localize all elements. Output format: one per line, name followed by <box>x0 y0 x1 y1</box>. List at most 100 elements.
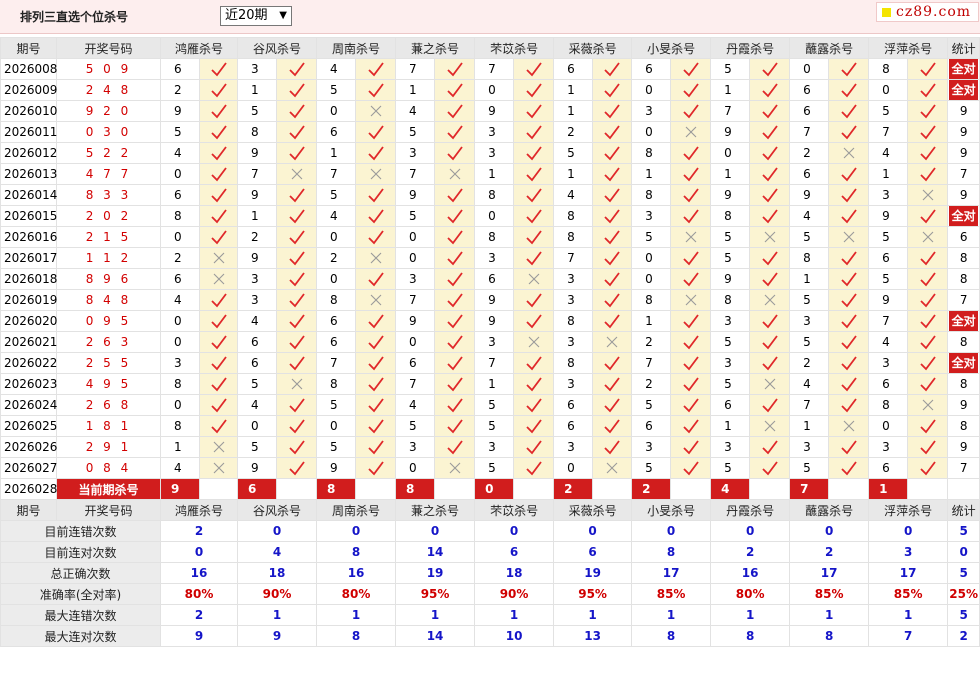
kill-number-cell: 7 <box>789 121 830 143</box>
stat-value-cell: 16 <box>316 562 397 584</box>
kill-number-cell: 7 <box>553 247 594 269</box>
check-icon <box>367 419 384 434</box>
kill-number-cell: 2 <box>160 247 200 269</box>
result-cell <box>513 79 555 101</box>
check-icon <box>682 272 699 287</box>
stat-value-cell: 1 <box>395 604 476 626</box>
table-row: 2026008 5 0 9 6 3 4 7 7 6 6 5 0 8 全对 <box>0 58 980 80</box>
check-icon <box>525 314 542 329</box>
check-icon <box>210 62 227 77</box>
check-icon <box>840 251 857 266</box>
result-cell <box>513 247 555 269</box>
draw-number-cell: 1 8 1 <box>56 415 161 437</box>
check-icon <box>210 209 227 224</box>
result-cell <box>670 58 712 80</box>
kill-number-cell: 5 <box>474 457 515 479</box>
result-cell <box>513 352 555 374</box>
table-row: 2026014 8 3 36 9 5 9 8 4 8 9 9 3 9 <box>0 184 980 206</box>
stat-label-cell: 目前连错次数 <box>0 520 161 542</box>
kill-number-cell: 7 <box>395 163 436 185</box>
total-count: 9 <box>959 104 968 118</box>
kill-number-cell: 0 <box>868 79 909 101</box>
stat-value-cell: 8 <box>789 625 870 647</box>
kill-number-cell: 3 <box>789 436 830 458</box>
kill-number-cell: 9 <box>160 100 200 122</box>
kill-number-cell: 3 <box>710 310 751 332</box>
cross-icon <box>449 462 460 474</box>
table-row: 2026017 1 1 229203705868 <box>0 247 980 269</box>
kill-number-cell: 1 <box>395 79 436 101</box>
current-kill-spacer <box>592 478 633 500</box>
check-icon <box>446 440 463 455</box>
total-cell: 7 <box>947 163 980 185</box>
kill-number-cell: 6 <box>160 268 200 290</box>
stat-value-cell: 8 <box>631 625 712 647</box>
draw-number-cell: 4 7 7 <box>56 163 161 185</box>
issue-cell: 2026021 <box>0 331 57 353</box>
kill-number-cell: 6 <box>710 394 751 416</box>
kill-number-cell: 8 <box>316 373 357 395</box>
kill-number-cell: 6 <box>237 352 278 374</box>
check-icon <box>682 104 699 119</box>
check-icon <box>761 461 778 476</box>
cross-icon <box>370 252 381 264</box>
kill-number-cell: 0 <box>631 268 672 290</box>
cross-icon <box>291 378 302 390</box>
check-icon <box>367 83 384 98</box>
kill-number-cell: 0 <box>160 310 200 332</box>
check-icon <box>367 62 384 77</box>
kill-number-cell: 6 <box>160 184 200 206</box>
result-cell <box>592 415 633 437</box>
kill-number-cell: 4 <box>789 373 830 395</box>
stat-value-cell: 80% <box>159 583 239 605</box>
result-cell <box>276 436 318 458</box>
result-cell <box>592 373 633 395</box>
check-icon <box>446 146 463 161</box>
result-cell <box>513 457 555 479</box>
cross-icon <box>922 231 934 243</box>
kill-number-cell: 0 <box>160 226 200 248</box>
draw-number-cell: 4 9 5 <box>56 373 161 395</box>
check-icon <box>682 440 699 455</box>
kill-number-cell: 8 <box>631 184 672 206</box>
period-select[interactable]: 近20期 ▼ <box>220 6 292 26</box>
check-icon <box>920 461 936 476</box>
total-count: 9 <box>959 188 968 202</box>
stat-value-cell: 14 <box>395 625 476 647</box>
kill-number-cell: 2 <box>553 121 594 143</box>
kill-number-cell: 7 <box>474 58 515 80</box>
cross-icon <box>213 252 224 264</box>
total-cell: 8 <box>947 247 980 269</box>
check-icon <box>210 104 227 119</box>
column-header-expert: 谷风杀号 <box>237 37 318 59</box>
kill-number-cell: 3 <box>789 310 830 332</box>
current-kill-value: 2 <box>631 478 672 500</box>
result-cell <box>198 415 239 437</box>
result-cell <box>828 415 870 437</box>
result-cell <box>198 226 239 248</box>
kill-number-cell: 0 <box>160 394 200 416</box>
result-cell <box>276 58 318 80</box>
result-cell <box>670 289 712 311</box>
logo-text: cz89.com <box>896 4 972 20</box>
logo-square-icon <box>882 8 891 17</box>
check-icon <box>288 272 305 287</box>
table-row: 2026025 1 8 180055661108 <box>0 415 980 437</box>
stat-value-cell: 5 <box>947 604 980 626</box>
check-icon <box>920 83 936 98</box>
check-icon <box>920 419 936 434</box>
result-cell <box>828 100 870 122</box>
column-header-expert: 采薇杀号 <box>553 37 633 59</box>
stat-value-cell: 0 <box>868 520 949 542</box>
check-icon <box>367 314 384 329</box>
kill-number-cell: 8 <box>789 247 830 269</box>
check-icon <box>525 104 542 119</box>
result-cell <box>276 373 318 395</box>
result-cell <box>355 100 397 122</box>
stat-value-cell: 18 <box>237 562 318 584</box>
site-logo[interactable]: cz89.com <box>876 2 979 22</box>
result-cell <box>513 58 555 80</box>
check-icon <box>682 83 699 98</box>
total-count: 7 <box>959 293 968 307</box>
result-cell <box>434 205 476 227</box>
